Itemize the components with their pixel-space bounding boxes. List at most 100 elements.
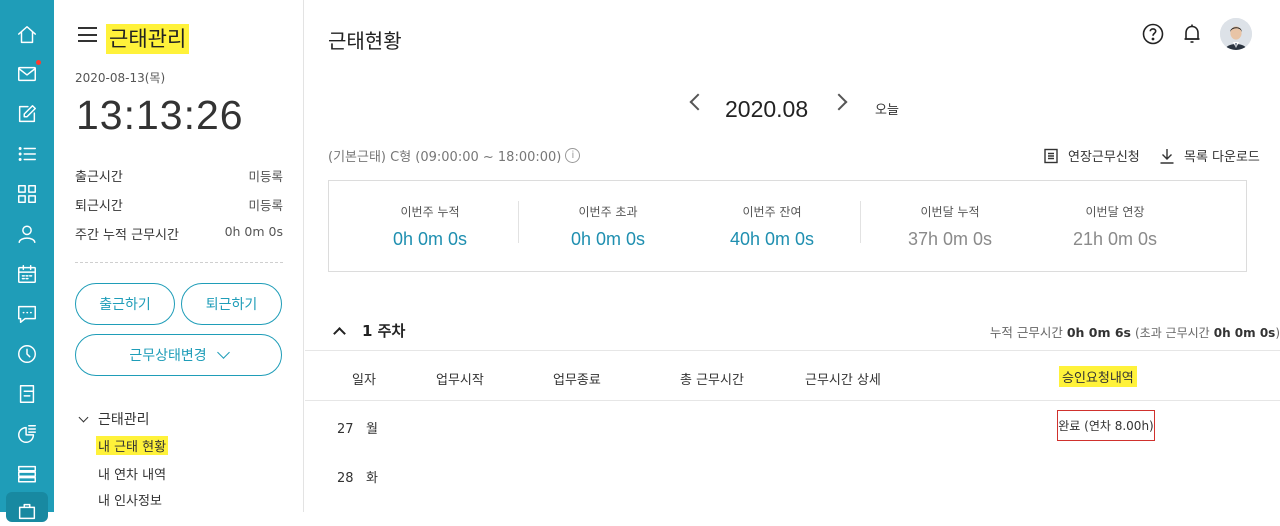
check-in-time-row: 출근시간 미등록 <box>75 166 283 185</box>
chevron-down-icon <box>216 346 230 359</box>
divider <box>75 262 283 263</box>
column-header-total: 총 근무시간 <box>680 373 744 388</box>
check-out-button[interactable]: 퇴근하기 <box>181 283 282 325</box>
stat-label: 퇴근시간 <box>75 199 123 214</box>
row-day: 28 <box>337 471 354 486</box>
summary-divider <box>518 201 519 243</box>
check-in-label: 출근하기 <box>99 297 151 313</box>
help-icon[interactable] <box>1141 22 1165 46</box>
tree-header-label: 근태관리 <box>98 412 150 428</box>
bell-icon[interactable] <box>1180 22 1204 46</box>
summary-value: 37h 0m 0s <box>907 229 993 249</box>
page-title: 근태현황 <box>328 29 402 53</box>
tree-item-my-hr-info[interactable]: 내 인사정보 <box>96 490 164 509</box>
grid-icon[interactable] <box>12 179 42 209</box>
chevron-down-icon <box>78 412 89 422</box>
summary-week-remaining: 이번주 잔여 40h 0m 0s <box>697 203 847 250</box>
summary-month-total: 이번달 누적 37h 0m 0s <box>875 203 1025 250</box>
check-in-button[interactable]: 출근하기 <box>75 283 175 325</box>
icon-rail <box>0 0 54 522</box>
week-total-value: 0h 0m 6s <box>1066 325 1131 340</box>
chart-icon[interactable] <box>12 419 42 449</box>
summary-value: 0h 0m 0s <box>570 229 646 249</box>
edit-icon[interactable] <box>12 99 42 129</box>
table-header-border <box>305 400 1280 401</box>
row-day: 27 <box>337 422 354 437</box>
week-total: 누적 근무시간 0h 0m 6s (초과 근무시간 0h 0m 0s) <box>990 322 1280 341</box>
side-panel: 근태관리 2020-08-13(목) 13:13:26 출근시간 미등록 퇴근시… <box>54 0 304 512</box>
summary-divider <box>860 201 861 243</box>
summary-label: 이번주 초과 <box>578 205 638 219</box>
status-change-label: 근무상태변경 <box>129 348 207 364</box>
stat-value: 미등록 <box>248 198 283 213</box>
column-header-end: 업무종료 <box>553 373 601 388</box>
today-button[interactable]: 오늘 <box>875 99 899 118</box>
stat-value: 0h 0m 0s <box>224 224 283 239</box>
work-type-label: (기본근태) C형 (09:00:00 ~ 18:00:00) <box>328 150 562 165</box>
week-toggle[interactable]: 1 주차 <box>332 320 405 341</box>
column-header-start: 업무시작 <box>436 373 484 388</box>
table-row[interactable]: 28 화 <box>337 467 378 486</box>
current-month: 2020.08 <box>725 96 809 122</box>
clock-icon[interactable] <box>12 339 42 369</box>
summary-value: 40h 0m 0s <box>729 229 815 249</box>
summary-value: 21h 0m 0s <box>1072 229 1158 249</box>
avatar[interactable] <box>1220 18 1252 50</box>
stat-value: 미등록 <box>248 169 283 184</box>
tree-item-my-attendance[interactable]: 내 근태 현황 <box>96 436 169 455</box>
list-icon[interactable] <box>12 139 42 169</box>
app-title: 근태관리 <box>106 24 190 54</box>
week-over-label: (초과 근무시간 <box>1134 326 1210 340</box>
download-list-label: 목록 다운로드 <box>1184 150 1260 165</box>
summary-label: 이번달 누적 <box>920 205 980 219</box>
notification-dot <box>36 60 41 65</box>
table-row[interactable]: 27 월 <box>337 418 378 437</box>
work-type-info: (기본근태) C형 (09:00:00 ~ 18:00:00) i <box>328 146 581 165</box>
current-date: 2020-08-13(목) <box>75 71 166 85</box>
summary-panel: 이번주 누적 0h 0m 0s 이번주 초과 0h 0m 0s 이번주 잔여 4… <box>328 180 1247 272</box>
stat-label: 출근시간 <box>75 170 123 185</box>
stack-icon[interactable] <box>12 459 42 489</box>
download-icon <box>1160 148 1174 164</box>
weekly-total-row: 주간 누적 근무시간 0h 0m 0s <box>75 224 283 243</box>
summary-label: 이번주 누적 <box>400 205 460 219</box>
row-weekday: 월 <box>365 422 378 437</box>
overtime-request-label: 연장근무신청 <box>1068 150 1140 165</box>
download-list-button[interactable]: 목록 다운로드 <box>1159 146 1260 165</box>
check-out-label: 퇴근하기 <box>205 297 258 313</box>
table-top-border <box>305 350 1280 351</box>
summary-week-total: 이번주 누적 0h 0m 0s <box>355 203 505 250</box>
briefcase-icon[interactable] <box>12 496 42 526</box>
stat-label: 주간 누적 근무시간 <box>75 228 179 243</box>
chevron-up-icon <box>333 326 346 340</box>
tree-header-attendance[interactable]: 근태관리 <box>78 409 150 429</box>
info-icon[interactable]: i <box>565 148 581 163</box>
row-weekday: 화 <box>365 471 378 486</box>
week-over-value: 0h 0m 0s <box>1213 326 1276 340</box>
summary-value: 0h 0m 0s <box>392 229 468 249</box>
tree-item-my-leave[interactable]: 내 연차 내역 <box>96 464 168 483</box>
approval-status-badge[interactable]: 완료 (연차 8.00h) <box>1057 410 1155 441</box>
status-change-button[interactable]: 근무상태변경 <box>75 334 282 376</box>
week-total-label: 누적 근무시간 <box>989 325 1063 340</box>
user-icon[interactable] <box>12 219 42 249</box>
column-header-approval: 승인요청내역 <box>1059 366 1137 387</box>
chat-icon[interactable] <box>12 299 42 329</box>
summary-week-over: 이번주 초과 0h 0m 0s <box>533 203 683 250</box>
column-header-detail: 근무시간 상세 <box>805 373 881 388</box>
main-content: 근태현황 2020.08 오늘 (기본근태) C형 (09:00:00 ~ 18… <box>305 0 1280 512</box>
week-over-close: ) <box>1275 326 1280 340</box>
report-icon[interactable] <box>12 379 42 409</box>
summary-month-overtime: 이번달 연장 21h 0m 0s <box>1040 203 1190 250</box>
prev-month-button[interactable] <box>689 93 707 111</box>
calendar-icon[interactable] <box>12 259 42 289</box>
home-icon[interactable] <box>12 20 42 50</box>
summary-label: 이번주 잔여 <box>742 205 802 219</box>
column-header-date: 일자 <box>352 373 376 388</box>
menu-icon[interactable] <box>78 27 97 42</box>
current-clock: 13:13:26 <box>76 92 244 138</box>
overtime-request-button[interactable]: 연장근무신청 <box>1043 146 1140 165</box>
summary-label: 이번달 연장 <box>1085 205 1145 219</box>
next-month-button[interactable] <box>830 93 848 111</box>
check-out-time-row: 퇴근시간 미등록 <box>75 195 283 214</box>
